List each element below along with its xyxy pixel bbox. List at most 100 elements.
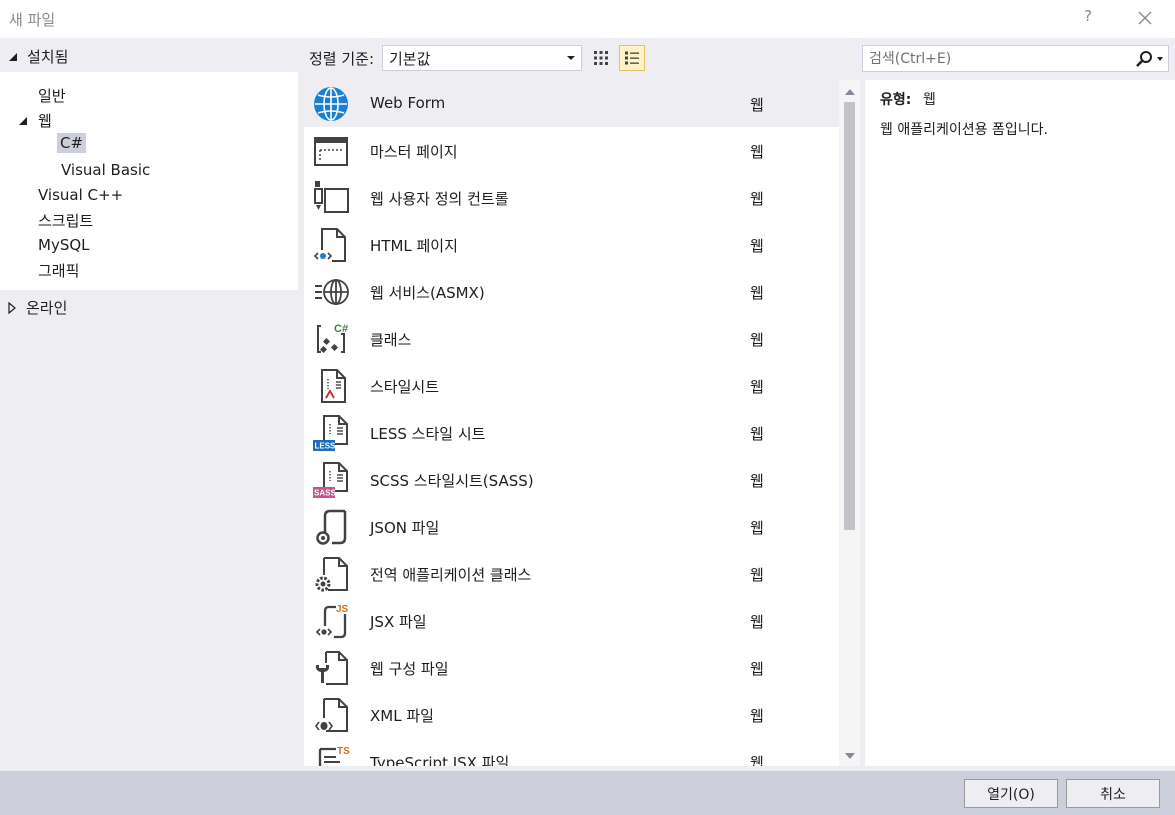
stylesheet-icon (321, 369, 346, 403)
tree-installed-label: 설치됨 (27, 48, 69, 66)
grid-view-button[interactable] (588, 45, 614, 71)
template-name: JSX 파일 (370, 613, 427, 631)
grid-view-icon (594, 51, 608, 65)
template-list: Web Form 웹 마스터 페이지 웹 웹 사용자 정의 컨트롤 웹 HTML… (304, 80, 860, 766)
template-row-less[interactable]: LESS LESS 스타일 시트 웹 (304, 409, 839, 456)
template-row-sass[interactable]: SASS SCSS 스타일시트(SASS) 웹 (304, 456, 839, 503)
template-row-html-page[interactable]: HTML 페이지 웹 (304, 221, 839, 268)
tree-item-mysql[interactable]: MySQL (38, 236, 90, 254)
tree-item-script[interactable]: 스크립트 (38, 210, 93, 231)
template-row-class[interactable]: C# 클래스 웹 (304, 315, 839, 362)
master-page-icon (314, 137, 348, 166)
sort-dropdown-value: 기본값 (389, 49, 431, 68)
close-button[interactable] (1134, 7, 1156, 29)
type-label: 유형: (880, 92, 912, 108)
template-name: 웹 서비스(ASMX) (370, 284, 485, 302)
html-page-icon (313, 228, 346, 262)
tree-item-visual-cpp[interactable]: Visual C++ (38, 186, 123, 204)
template-name: 전역 애플리케이션 클래스 (370, 566, 532, 584)
template-row-master-page[interactable]: 마스터 페이지 웹 (304, 127, 839, 174)
json-file-icon (316, 509, 347, 545)
sass-icon: SASS (313, 462, 348, 498)
template-name: 마스터 페이지 (370, 143, 458, 161)
collapsed-arrow-icon (8, 301, 16, 314)
template-row-user-control[interactable]: 웹 사용자 정의 컨트롤 웹 (304, 174, 839, 221)
svg-text:SASS: SASS (314, 489, 336, 498)
tree-item-web[interactable]: 웹 (18, 110, 52, 131)
template-category: 웹 (750, 519, 764, 537)
template-category: 웹 (750, 754, 764, 766)
tree-item-graphics[interactable]: 그래픽 (38, 260, 79, 281)
template-name: Web Form (370, 94, 446, 112)
template-list-scrollbar[interactable] (839, 80, 860, 766)
global-app-icon (315, 557, 348, 592)
window-title: 새 파일 (9, 11, 56, 29)
sort-label: 정렬 기준: (309, 50, 375, 68)
tree-item-web-label: 웹 (38, 112, 52, 130)
template-description: 웹 애플리케이션용 폼입니다. (880, 122, 1048, 138)
template-name: LESS 스타일 시트 (370, 425, 486, 443)
template-category: 웹 (750, 143, 764, 161)
template-row-xml[interactable]: XML 파일 웹 (304, 691, 839, 738)
search-options-chevron-icon[interactable] (1157, 57, 1163, 61)
template-category: 웹 (750, 472, 764, 490)
web-form-icon (314, 87, 348, 121)
tsx-file-icon: TS (318, 746, 350, 766)
template-name: JSON 파일 (370, 519, 440, 537)
template-name: TypeScript JSX 파일 (370, 754, 510, 766)
details-panel: 유형: 웹 웹 애플리케이션용 폼입니다. (865, 80, 1175, 766)
tree-online-label: 온라인 (26, 299, 68, 317)
template-category: 웹 (750, 284, 764, 302)
template-category: 웹 (750, 425, 764, 443)
help-button[interactable]: ? (1080, 7, 1096, 27)
template-name: SCSS 스타일시트(SASS) (370, 472, 534, 490)
search-input[interactable] (863, 46, 1128, 71)
scroll-down-arrow-icon[interactable] (845, 753, 855, 759)
template-row-tsx[interactable]: TS TypeScript JSX 파일 웹 (304, 738, 839, 766)
class-icon: C# (317, 323, 348, 354)
tree-node-installed[interactable]: 설치됨 (8, 46, 68, 67)
template-row-json[interactable]: JSON 파일 웹 (304, 503, 839, 550)
tree-item-visual-basic[interactable]: Visual Basic (61, 161, 150, 179)
template-category: 웹 (750, 237, 764, 255)
tree-item-csharp[interactable]: C# (57, 133, 87, 153)
scrollbar-thumb[interactable] (844, 102, 855, 530)
template-category: 웹 (750, 707, 764, 725)
template-category: 웹 (750, 566, 764, 584)
list-view-icon (625, 51, 639, 65)
template-name: 웹 구성 파일 (370, 660, 449, 678)
template-name: HTML 페이지 (370, 237, 458, 255)
svg-text:LESS: LESS (315, 442, 337, 451)
template-category: 웹 (750, 331, 764, 349)
template-category: 웹 (750, 660, 764, 678)
svg-text:C#: C# (334, 323, 348, 335)
list-view-button[interactable] (619, 45, 645, 71)
template-row-global-app[interactable]: 전역 애플리케이션 클래스 웹 (304, 550, 839, 597)
search-icon[interactable] (1134, 50, 1154, 68)
chevron-down-icon (567, 56, 575, 60)
tree-node-online[interactable]: 온라인 (8, 297, 67, 318)
template-category: 웹 (750, 96, 764, 114)
template-row-stylesheet[interactable]: 스타일시트 웹 (304, 362, 839, 409)
template-row-web-service[interactable]: 웹 서비스(ASMX) 웹 (304, 268, 839, 315)
sort-dropdown[interactable]: 기본값 (382, 45, 582, 71)
title-bar: 새 파일 ? (0, 0, 1175, 38)
close-icon (1138, 11, 1152, 25)
template-row-web-form[interactable]: Web Form 웹 (304, 80, 839, 127)
open-button[interactable]: 열기(O) (964, 779, 1058, 808)
cancel-button[interactable]: 취소 (1066, 779, 1160, 808)
web-service-icon (315, 279, 349, 305)
template-category: 웹 (750, 190, 764, 208)
expanded-arrow-icon (9, 52, 17, 61)
svg-text:JS: JS (336, 604, 349, 615)
jsx-file-icon: JS (315, 604, 349, 639)
scroll-up-arrow-icon[interactable] (845, 89, 855, 95)
template-category: 웹 (750, 378, 764, 396)
svg-text:TS: TS (337, 746, 350, 757)
user-control-icon (314, 181, 349, 213)
expanded-arrow-icon (19, 116, 27, 125)
template-row-web-config[interactable]: 웹 구성 파일 웹 (304, 644, 839, 691)
template-row-jsx[interactable]: JS JSX 파일 웹 (304, 597, 839, 644)
tree-item-general[interactable]: 일반 (38, 85, 66, 106)
search-box[interactable] (862, 45, 1169, 72)
